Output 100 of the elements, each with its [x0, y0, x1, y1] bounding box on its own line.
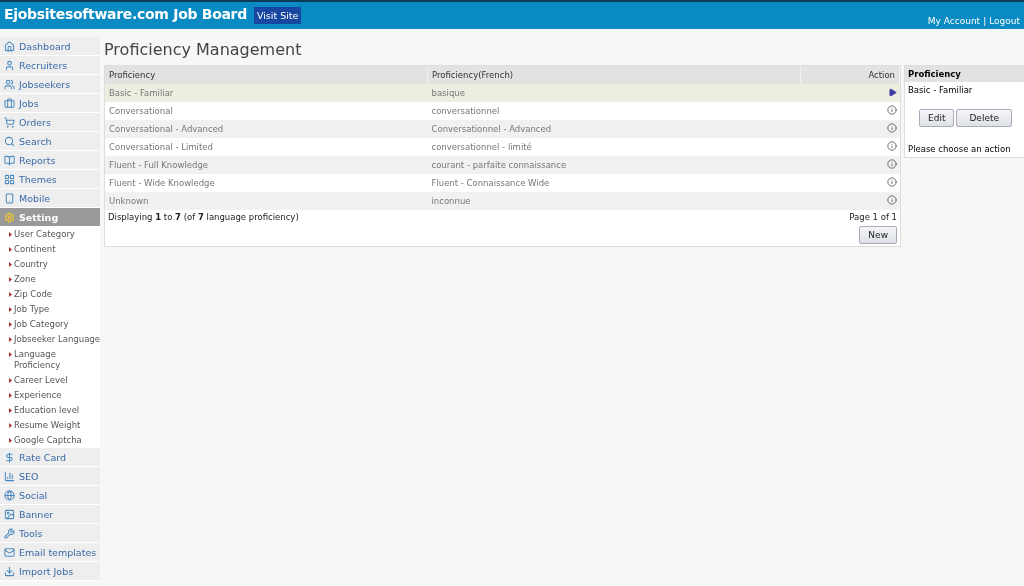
table-cell: Unknown: [105, 192, 428, 210]
table-row[interactable]: Basic - Familiar basique: [105, 84, 900, 102]
header-link[interactable]: Logout: [989, 16, 1020, 26]
panel-title: Proficiency: [905, 66, 1024, 82]
info-icon[interactable]: [886, 141, 897, 151]
table-cell: Basic - Familiar: [105, 84, 428, 102]
cart-icon: [4, 116, 15, 128]
bullet-icon: [9, 408, 12, 413]
table-cell: inconnue: [427, 192, 801, 210]
bullet-icon: [9, 378, 12, 383]
sidebar-subitem[interactable]: User Category: [0, 227, 100, 242]
sidebar-item[interactable]: Email templates: [0, 543, 100, 562]
sidebar-item[interactable]: Tools: [0, 524, 100, 543]
sidebar-item[interactable]: Rate Card: [0, 448, 100, 467]
table-row[interactable]: Fluent - Wide Knowledge Fluent - Connaissance Wide: [105, 174, 900, 192]
sidebar-item[interactable]: Social: [0, 486, 100, 505]
site-title: Ejobsitesoftware.com Job Board: [4, 6, 247, 22]
info-icon[interactable]: [886, 177, 897, 187]
bullet-icon: [9, 277, 12, 282]
bullet-icon: [9, 322, 12, 327]
user-icon: [4, 59, 15, 71]
table-cell: Fluent - Connaissance Wide: [427, 174, 801, 192]
home-icon: [4, 40, 15, 52]
table-row[interactable]: Conversational - Advanced Conversationnel - Advanced: [105, 120, 900, 138]
sidebar-subitem[interactable]: Language Proficiency: [0, 347, 100, 373]
info-icon[interactable]: [886, 123, 897, 133]
sidebar-subitem[interactable]: Country: [0, 257, 100, 272]
table-cell: basique: [427, 84, 801, 102]
action-button[interactable]: Delete: [956, 109, 1012, 127]
column-header: Proficiency: [105, 66, 428, 84]
table-row[interactable]: Fluent - Full Knowledge courant - parfaite connaissance: [105, 156, 900, 174]
sidebar-item[interactable]: Jobseekers: [0, 75, 100, 94]
briefcase-icon: [4, 97, 15, 109]
bullet-icon: [9, 292, 12, 297]
sidebar-subitem[interactable]: Education level: [0, 403, 100, 418]
dollar-icon: [4, 451, 15, 463]
sidebar-subitem[interactable]: Google Captcha: [0, 433, 100, 448]
table-row[interactable]: Conversational - Limited conversationnel - limité: [105, 138, 900, 156]
sidebar-subitem[interactable]: Jobseeker Language: [0, 332, 100, 347]
bullet-icon: [9, 438, 12, 443]
table-row[interactable]: Unknown inconnue: [105, 192, 900, 210]
visit-site-button[interactable]: Visit Site: [253, 7, 302, 24]
sidebar-subitem[interactable]: Career Level: [0, 373, 100, 388]
sidebar-item[interactable]: Themes: [0, 170, 100, 189]
sidebar-subitem[interactable]: Job Category: [0, 317, 100, 332]
info-icon[interactable]: [886, 195, 897, 205]
bullet-icon: [9, 247, 12, 252]
action-button[interactable]: Edit: [919, 109, 955, 127]
separator: |: [983, 16, 987, 26]
sidebar-item[interactable]: Recruiters: [0, 56, 100, 75]
column-header: Proficiency(French): [427, 66, 801, 84]
sidebar-subitem[interactable]: Job Type: [0, 302, 100, 317]
sidebar-item[interactable]: Orders: [0, 113, 100, 132]
image-icon: [4, 508, 15, 520]
panel-value: Basic - Familiar: [907, 84, 974, 97]
sidebar-item[interactable]: Mobile: [0, 189, 100, 208]
table-cell: conversationnel - limité: [427, 138, 801, 156]
sidebar-item[interactable]: Jobs: [0, 94, 100, 113]
sidebar-item[interactable]: Reports: [0, 151, 100, 170]
bullet-icon: [9, 262, 12, 267]
panel-message: Please choose an action: [907, 143, 1012, 156]
download-icon: [4, 565, 15, 577]
table-cell: Fluent - Wide Knowledge: [105, 174, 428, 192]
table-cell: Fluent - Full Knowledge: [105, 156, 428, 174]
sidebar-item[interactable]: Banner: [0, 505, 100, 524]
table-cell: conversationnel: [427, 102, 801, 120]
new-button[interactable]: New: [859, 226, 897, 244]
info-icon[interactable]: [886, 105, 897, 115]
bar-chart-icon: [4, 470, 15, 482]
bullet-icon: [9, 337, 12, 342]
table-cell: Conversationnel - Advanced: [427, 120, 801, 138]
settings-icon: [4, 211, 15, 223]
column-header: Action: [800, 66, 900, 84]
table-row[interactable]: Conversational conversationnel: [105, 102, 900, 120]
bullet-icon: [9, 307, 12, 312]
sidebar-item[interactable]: Setting: [0, 208, 100, 227]
sidebar-subitem[interactable]: Continent: [0, 242, 100, 257]
table-cell: Conversational - Limited: [105, 138, 428, 156]
wrench-icon: [4, 527, 15, 539]
bullet-icon: [9, 423, 12, 428]
header-link[interactable]: My Account: [927, 16, 981, 26]
grid-icon: [4, 173, 15, 185]
pagination-text: Page 1 of 1: [849, 212, 897, 222]
sidebar-item[interactable]: Dashboard: [0, 37, 100, 56]
mail-icon: [4, 546, 15, 558]
summary-text: Displaying 1 to 7 (of 7 language proficiency): [108, 212, 299, 224]
sidebar-item[interactable]: Search: [0, 132, 100, 151]
sidebar-subitem[interactable]: Zip Code: [0, 287, 100, 302]
sidebar-subitem[interactable]: Resume Weight: [0, 418, 100, 433]
users-icon: [4, 78, 15, 90]
sidebar-item[interactable]: Import Jobs: [0, 562, 100, 581]
sidebar-item[interactable]: SEO: [0, 467, 100, 486]
sidebar-subitem[interactable]: Experience: [0, 388, 100, 403]
table-cell: courant - parfaite connaissance: [427, 156, 801, 174]
bullet-icon: [9, 393, 12, 398]
info-icon[interactable]: [886, 159, 897, 169]
globe-icon: [4, 489, 15, 501]
book-icon: [4, 154, 15, 166]
play-icon[interactable]: [887, 87, 897, 97]
sidebar-subitem[interactable]: Zone: [0, 272, 100, 287]
